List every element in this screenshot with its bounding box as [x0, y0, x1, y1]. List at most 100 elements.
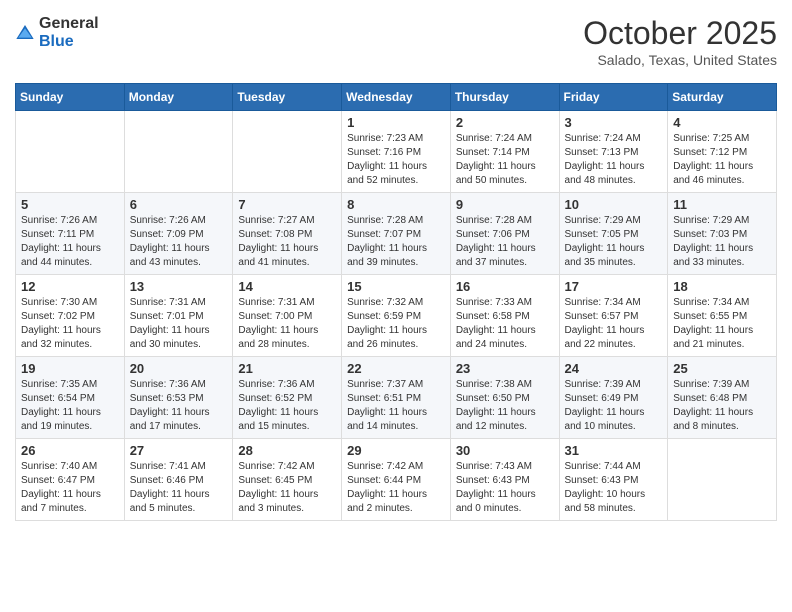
day-number: 17: [565, 279, 663, 294]
day-info: Sunrise: 7:31 AM Sunset: 7:01 PM Dayligh…: [130, 296, 228, 352]
day-info: Sunrise: 7:37 AM Sunset: 6:51 PM Dayligh…: [347, 378, 445, 434]
day-info: Sunrise: 7:41 AM Sunset: 6:46 PM Dayligh…: [130, 460, 228, 516]
day-number: 7: [238, 197, 336, 212]
day-number: 10: [565, 197, 663, 212]
day-number: 28: [238, 443, 336, 458]
calendar-cell: 3 Sunrise: 7:24 AM Sunset: 7:13 PM Daylig…: [559, 111, 668, 193]
calendar-week-row: 26 Sunrise: 7:40 AM Sunset: 6:47 PM Dayli…: [16, 439, 777, 521]
logo-blue-text: Blue: [39, 33, 74, 50]
calendar-cell: 11 Sunrise: 7:29 AM Sunset: 7:03 PM Dayli…: [668, 193, 777, 275]
day-number: 23: [456, 361, 554, 376]
calendar-cell: 13Sunrise: 7:31 AM Sunset: 7:01 PM Dayli…: [124, 275, 233, 357]
calendar-cell: 2Sunrise: 7:24 AM Sunset: 7:14 PM Daylig…: [450, 111, 559, 193]
calendar-cell: 25Sunrise: 7:39 AM Sunset: 6:48 PM Dayli…: [668, 357, 777, 439]
logo-general-text: General: [39, 15, 99, 32]
calendar-week-row: 1 Sunrise: 7:23 AM Sunset: 7:16 PM Daylig…: [16, 111, 777, 193]
calendar-cell: 21Sunrise: 7:36 AM Sunset: 6:52 PM Dayli…: [233, 357, 342, 439]
calendar-cell: 14 Sunrise: 7:31 AM Sunset: 7:00 PM Dayli…: [233, 275, 342, 357]
day-info: Sunrise: 7:43 AM Sunset: 6:43 PM Dayligh…: [456, 460, 554, 516]
day-number: 16: [456, 279, 554, 294]
day-info: Sunrise: 7:36 AM Sunset: 6:53 PM Dayligh…: [130, 378, 228, 434]
day-number: 11: [673, 197, 771, 212]
calendar-cell: 23 Sunrise: 7:38 AM Sunset: 6:50 PM Dayli…: [450, 357, 559, 439]
day-number: 6: [130, 197, 228, 212]
day-info: Sunrise: 7:27 AM Sunset: 7:08 PM Dayligh…: [238, 214, 336, 270]
calendar-cell: 16 Sunrise: 7:33 AM Sunset: 6:58 PM Dayli…: [450, 275, 559, 357]
weekday-header-wednesday: Wednesday: [342, 84, 451, 111]
logo-wordmark: General Blue: [39, 15, 99, 51]
calendar-header-row: SundayMondayTuesdayWednesdayThursdayFrid…: [16, 84, 777, 111]
calendar-cell: [124, 111, 233, 193]
day-number: 5: [21, 197, 119, 212]
day-info: Sunrise: 7:34 AM Sunset: 6:57 PM Dayligh…: [565, 296, 663, 352]
day-number: 22: [347, 361, 445, 376]
day-number: 18: [673, 279, 771, 294]
day-number: 8: [347, 197, 445, 212]
day-info: Sunrise: 7:38 AM Sunset: 6:50 PM Dayligh…: [456, 378, 554, 434]
day-info: Sunrise: 7:26 AM Sunset: 7:09 PM Dayligh…: [130, 214, 228, 270]
weekday-header-tuesday: Tuesday: [233, 84, 342, 111]
day-info: Sunrise: 7:44 AM Sunset: 6:43 PM Dayligh…: [565, 460, 663, 516]
calendar-cell: 9Sunrise: 7:28 AM Sunset: 7:06 PM Daylig…: [450, 193, 559, 275]
day-number: 3: [565, 115, 663, 130]
day-info: Sunrise: 7:29 AM Sunset: 7:03 PM Dayligh…: [673, 214, 771, 270]
day-number: 15: [347, 279, 445, 294]
day-info: Sunrise: 7:23 AM Sunset: 7:16 PM Dayligh…: [347, 132, 445, 188]
day-info: Sunrise: 7:24 AM Sunset: 7:14 PM Dayligh…: [456, 132, 554, 188]
day-info: Sunrise: 7:42 AM Sunset: 6:45 PM Dayligh…: [238, 460, 336, 516]
calendar-cell: 12 Sunrise: 7:30 AM Sunset: 7:02 PM Dayli…: [16, 275, 125, 357]
day-number: 20: [130, 361, 228, 376]
day-info: Sunrise: 7:30 AM Sunset: 7:02 PM Dayligh…: [21, 296, 119, 352]
calendar-cell: 29Sunrise: 7:42 AM Sunset: 6:44 PM Dayli…: [342, 439, 451, 521]
calendar-cell: 31Sunrise: 7:44 AM Sunset: 6:43 PM Dayli…: [559, 439, 668, 521]
day-info: Sunrise: 7:33 AM Sunset: 6:58 PM Dayligh…: [456, 296, 554, 352]
day-info: Sunrise: 7:31 AM Sunset: 7:00 PM Dayligh…: [238, 296, 336, 352]
day-info: Sunrise: 7:26 AM Sunset: 7:11 PM Dayligh…: [21, 214, 119, 270]
day-info: Sunrise: 7:34 AM Sunset: 6:55 PM Dayligh…: [673, 296, 771, 352]
calendar-cell: 20 Sunrise: 7:36 AM Sunset: 6:53 PM Dayli…: [124, 357, 233, 439]
month-title: October 2025: [583, 15, 777, 52]
weekday-header-sunday: Sunday: [16, 84, 125, 111]
day-number: 12: [21, 279, 119, 294]
day-info: Sunrise: 7:39 AM Sunset: 6:49 PM Dayligh…: [565, 378, 663, 434]
calendar-cell: 18 Sunrise: 7:34 AM Sunset: 6:55 PM Dayli…: [668, 275, 777, 357]
day-info: Sunrise: 7:24 AM Sunset: 7:13 PM Dayligh…: [565, 132, 663, 188]
day-number: 14: [238, 279, 336, 294]
day-info: Sunrise: 7:32 AM Sunset: 6:59 PM Dayligh…: [347, 296, 445, 352]
calendar-cell: 1 Sunrise: 7:23 AM Sunset: 7:16 PM Daylig…: [342, 111, 451, 193]
calendar-week-row: 19Sunrise: 7:35 AM Sunset: 6:54 PM Dayli…: [16, 357, 777, 439]
calendar-cell: 8Sunrise: 7:28 AM Sunset: 7:07 PM Daylig…: [342, 193, 451, 275]
day-number: 26: [21, 443, 119, 458]
day-number: 1: [347, 115, 445, 130]
day-info: Sunrise: 7:40 AM Sunset: 6:47 PM Dayligh…: [21, 460, 119, 516]
day-info: Sunrise: 7:25 AM Sunset: 7:12 PM Dayligh…: [673, 132, 771, 188]
logo: General Blue: [15, 15, 99, 51]
calendar-table: SundayMondayTuesdayWednesdayThursdayFrid…: [15, 83, 777, 521]
day-number: 29: [347, 443, 445, 458]
day-number: 4: [673, 115, 771, 130]
calendar-cell: 26 Sunrise: 7:40 AM Sunset: 6:47 PM Dayli…: [16, 439, 125, 521]
calendar-cell: 30 Sunrise: 7:43 AM Sunset: 6:43 PM Dayli…: [450, 439, 559, 521]
weekday-header-monday: Monday: [124, 84, 233, 111]
calendar-cell: 24Sunrise: 7:39 AM Sunset: 6:49 PM Dayli…: [559, 357, 668, 439]
calendar-cell: 15 Sunrise: 7:32 AM Sunset: 6:59 PM Dayli…: [342, 275, 451, 357]
calendar-cell: [668, 439, 777, 521]
day-number: 30: [456, 443, 554, 458]
page-header: General Blue October 2025 Salado, Texas,…: [15, 15, 777, 68]
generalblue-icon: [15, 23, 35, 43]
location-subtitle: Salado, Texas, United States: [583, 52, 777, 68]
weekday-header-friday: Friday: [559, 84, 668, 111]
day-info: Sunrise: 7:39 AM Sunset: 6:48 PM Dayligh…: [673, 378, 771, 434]
day-info: Sunrise: 7:35 AM Sunset: 6:54 PM Dayligh…: [21, 378, 119, 434]
calendar-week-row: 5 Sunrise: 7:26 AM Sunset: 7:11 PM Daylig…: [16, 193, 777, 275]
day-number: 9: [456, 197, 554, 212]
day-number: 27: [130, 443, 228, 458]
calendar-cell: 6 Sunrise: 7:26 AM Sunset: 7:09 PM Daylig…: [124, 193, 233, 275]
day-number: 21: [238, 361, 336, 376]
calendar-cell: 28 Sunrise: 7:42 AM Sunset: 6:45 PM Dayli…: [233, 439, 342, 521]
calendar-week-row: 12 Sunrise: 7:30 AM Sunset: 7:02 PM Dayli…: [16, 275, 777, 357]
calendar-cell: [16, 111, 125, 193]
calendar-cell: 19Sunrise: 7:35 AM Sunset: 6:54 PM Dayli…: [16, 357, 125, 439]
calendar-cell: 10Sunrise: 7:29 AM Sunset: 7:05 PM Dayli…: [559, 193, 668, 275]
weekday-header-saturday: Saturday: [668, 84, 777, 111]
